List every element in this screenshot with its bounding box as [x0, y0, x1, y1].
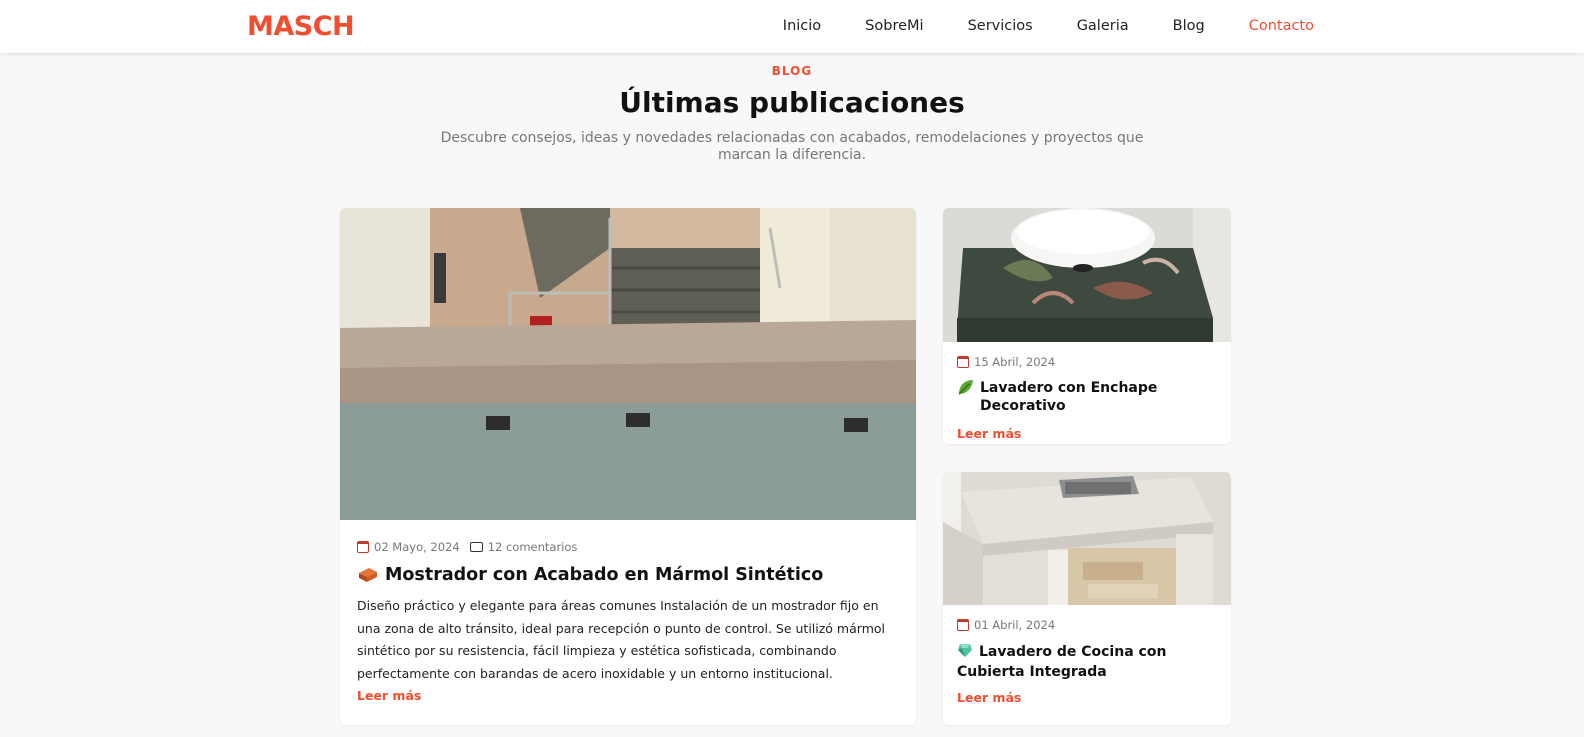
featured-post-title-text: Mostrador con Acabado en Mármol Sintétic… [385, 565, 824, 585]
calendar-icon [357, 541, 369, 553]
section-tag: BLOG [771, 64, 813, 78]
featured-post-image[interactable] [340, 208, 916, 520]
calendar-icon [957, 619, 969, 631]
post-read-more[interactable]: Leer más [957, 426, 1217, 441]
main-nav: Inicio SobreMi Servicios Galeria Blog Co… [739, 18, 1314, 34]
section-description: Descubre consejos, ideas y novedades rel… [440, 130, 1144, 163]
post-meta: 01 Abril, 2024 [957, 618, 1217, 632]
post-image[interactable] [943, 208, 1231, 342]
nav-link-sobremi[interactable]: SobreMi [865, 18, 923, 34]
post-title[interactable]: Lavadero de Cocina con Cubierta Integrad… [957, 642, 1217, 681]
calendar-icon [957, 356, 969, 368]
post-date: 01 Abril, 2024 [974, 618, 1056, 632]
featured-post-read-more[interactable]: Leer más [357, 688, 899, 703]
featured-post-meta: 02 Mayo, 2024 12 comentarios [357, 540, 899, 554]
post-body: 15 Abril, 2024 Lavadero con Enchape Deco… [943, 342, 1231, 441]
nav-link-galeria[interactable]: Galeria [1077, 18, 1129, 34]
post-title-text: Lavadero con Enchape Decorativo [980, 380, 1158, 414]
brand-logo[interactable]: MASCH [247, 11, 355, 42]
gem-icon [957, 642, 973, 663]
featured-post-comments[interactable]: 12 comentarios [488, 540, 578, 554]
brick-icon [357, 566, 379, 588]
featured-post-body: 02 Mayo, 2024 12 comentarios Mostrador c… [340, 520, 916, 703]
post-date: 15 Abril, 2024 [974, 355, 1056, 369]
post-read-more[interactable]: Leer más [957, 690, 1217, 705]
counter-photo [340, 208, 916, 520]
post-title[interactable]: Lavadero con Enchape Decorativo [957, 379, 1217, 415]
post-body: 01 Abril, 2024 Lavadero de Cocina con Cu… [943, 605, 1231, 705]
post-meta: 15 Abril, 2024 [957, 355, 1217, 369]
post-title-text: Lavadero de Cocina con Cubierta Integrad… [957, 644, 1167, 680]
post-image[interactable] [943, 472, 1231, 605]
section-title: Últimas publicaciones [619, 86, 965, 119]
featured-post-card: 02 Mayo, 2024 12 comentarios Mostrador c… [340, 208, 916, 725]
kitchen-sink-photo [943, 472, 1231, 605]
nav-link-servicios[interactable]: Servicios [968, 18, 1033, 34]
comment-icon [469, 542, 483, 552]
featured-post-date: 02 Mayo, 2024 [374, 540, 460, 554]
navbar: MASCH Inicio SobreMi Servicios Galeria B… [0, 0, 1584, 53]
post-card: 15 Abril, 2024 Lavadero con Enchape Deco… [943, 208, 1231, 444]
post-card: 01 Abril, 2024 Lavadero de Cocina con Cu… [943, 472, 1231, 725]
nav-link-blog[interactable]: Blog [1173, 18, 1205, 34]
featured-post-title[interactable]: Mostrador con Acabado en Mármol Sintétic… [357, 566, 899, 588]
nav-link-inicio[interactable]: Inicio [783, 18, 821, 34]
leaf-icon [957, 379, 974, 401]
nav-link-contacto[interactable]: Contacto [1249, 18, 1314, 34]
sink-photo [943, 208, 1231, 342]
featured-post-excerpt: Diseño práctico y elegante para áreas co… [357, 598, 885, 681]
